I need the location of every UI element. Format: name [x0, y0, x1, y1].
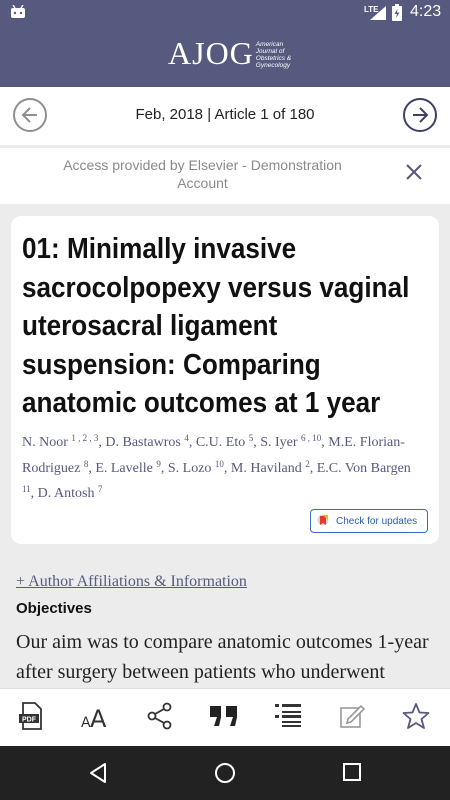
share-button[interactable] [143, 699, 177, 733]
system-navigation-bar [0, 746, 450, 800]
section-heading-objectives: Objectives [16, 600, 92, 617]
access-banner: Access provided by Elsevier - Demonstrat… [0, 148, 450, 204]
issue-date: Feb, 2018 [135, 106, 204, 123]
outline-icon [275, 704, 301, 727]
close-icon[interactable] [404, 162, 424, 182]
author-affiliation-number: 2 [305, 458, 310, 469]
author-affiliations-link[interactable]: + Author Affiliations & Information [16, 573, 247, 591]
author-list: N. Noor 1 , 2 , 3, D. Bastawros 4, C.U. … [22, 433, 411, 502]
access-banner-text: Access provided by Elsevier - Demonstrat… [63, 157, 342, 191]
clock: 4:23 [410, 3, 442, 20]
status-bar: LTE 4:23 [0, 0, 450, 25]
bookmark-button[interactable] [399, 699, 433, 733]
check-for-updates-label: Check for updates [336, 515, 418, 527]
abstract-text: Our aim was to compare anatomic outcomes… [16, 631, 429, 683]
author-name[interactable]: S. Lozo [168, 461, 212, 476]
separator: | [207, 106, 212, 123]
svg-text:A: A [90, 705, 107, 730]
notes-button[interactable] [335, 699, 369, 733]
author-name[interactable]: N. Noor [22, 435, 68, 450]
logo-text: AJOG [168, 35, 254, 71]
arrow-right-icon [413, 107, 429, 123]
author-affiliation-number: 9 [156, 458, 161, 469]
outline-button[interactable] [271, 699, 305, 733]
article-title: 01: Minimally invasive sacrocolpopexy ve… [22, 233, 410, 419]
bookmark-star-icon [402, 703, 430, 729]
author-affiliation-number: 5 [248, 433, 254, 443]
recent-apps-icon[interactable] [342, 762, 362, 782]
author-name[interactable]: S. Iyer [260, 435, 297, 450]
crossmark-icon [317, 514, 329, 526]
author-affiliation-number: 7 [97, 484, 103, 494]
author-affiliation-number: 8 [83, 458, 89, 469]
author-name[interactable]: M. Haviland [231, 461, 302, 476]
author-affiliation-number: 6 , 10 [301, 433, 322, 443]
author-affiliation-number: 1 , 2 , 3 [71, 433, 99, 443]
author-name[interactable]: D. Antosh [38, 486, 95, 501]
check-for-updates-button[interactable]: Check for updates [310, 509, 428, 533]
author-affiliation-number: 10 [214, 458, 224, 469]
back-icon[interactable] [88, 762, 108, 784]
issue-navigation: Feb, 2018 | Article 1 of 180 [0, 87, 450, 145]
android-notification-icon [11, 5, 25, 18]
article-card: 01: Minimally invasive sacrocolpopexy ve… [11, 216, 439, 544]
home-icon[interactable] [214, 762, 236, 784]
text-size-button[interactable]: A A [78, 699, 112, 733]
pdf-button[interactable]: PDF [14, 699, 48, 733]
author-name[interactable]: C.U. Eto [196, 435, 245, 450]
author-affiliation-number: 11 [22, 484, 31, 494]
next-article-button[interactable] [403, 98, 437, 132]
issue-info: Feb, 2018 | Article 1 of 180 [0, 106, 450, 123]
quote-icon [210, 706, 237, 726]
battery-icon [392, 4, 402, 21]
cite-button[interactable] [207, 699, 241, 733]
share-icon [147, 702, 172, 730]
author-affiliation-number: 4 [184, 433, 189, 443]
notes-icon [340, 704, 366, 728]
author-name[interactable]: D. Bastawros [105, 435, 180, 450]
text-size-icon: A A [81, 705, 107, 730]
author-name[interactable]: E. Lavelle [95, 461, 153, 476]
svg-text:PDF: PDF [22, 717, 37, 724]
article-position: Article 1 of 180 [214, 106, 315, 123]
journal-logo: AJOG American Journal of Obstetrics & Gy… [168, 37, 291, 69]
author-name[interactable]: E.C. Von Bargen [317, 461, 411, 476]
signal-icon [370, 6, 386, 20]
logo-subtext: American Journal of Obstetrics & Gynecol… [255, 41, 292, 69]
app-bar: AJOG American Journal of Obstetrics & Gy… [0, 25, 450, 87]
article-toolbar: PDF A A [0, 688, 450, 746]
pdf-icon: PDF [19, 702, 42, 730]
